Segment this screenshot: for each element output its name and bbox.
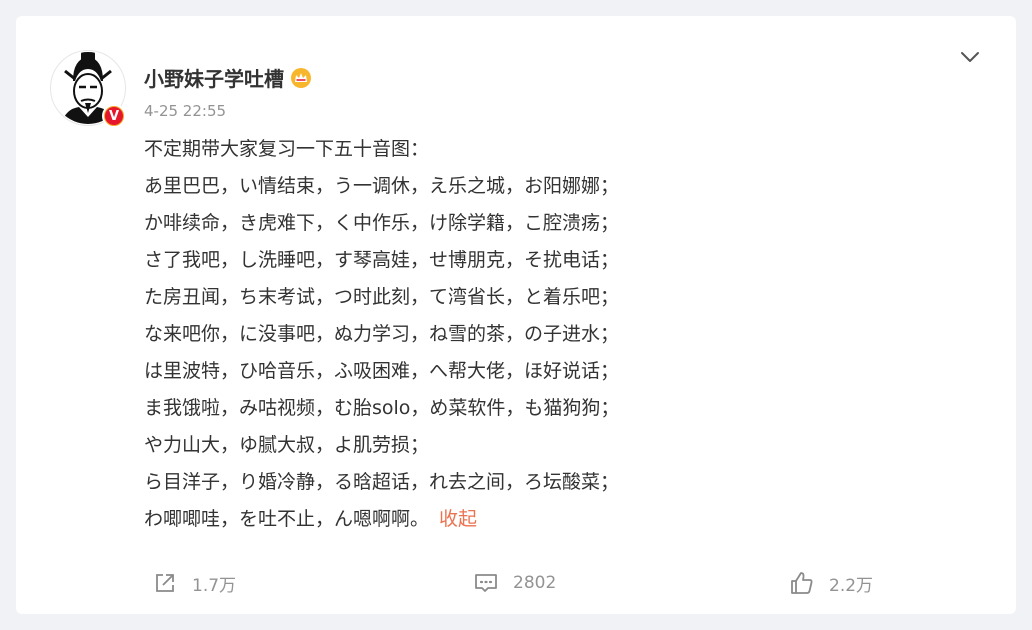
content-line: や力山大，ゆ腻大叔，よ肌劳损； xyxy=(144,434,430,456)
verified-badge-label: V xyxy=(105,107,123,125)
thumbs-up-icon xyxy=(791,572,813,594)
like-count: 2.2万 xyxy=(829,575,874,596)
share-count: 1.7万 xyxy=(192,575,237,596)
share-icon xyxy=(156,574,174,592)
verified-badge: V xyxy=(102,104,126,128)
post-content: 不定期带大家复习一下五十音图： あ里巴巴，い情结束，う一调休，え乐之城，お阳娜娜… xyxy=(144,131,764,538)
post-time[interactable]: 4-25 22:55 xyxy=(144,102,226,120)
content-line: な来吧你，に没事吧，ぬ力学习，ね雪的茶，の子进水； xyxy=(144,323,620,345)
comment-button[interactable]: 2802 xyxy=(473,568,556,598)
share-button[interactable]: 1.7万 xyxy=(152,568,236,598)
collapse-link[interactable]: 收起 xyxy=(439,508,477,530)
content-line-last: わ唧唧哇，を吐不止，ん嗯啊啊。 收起 xyxy=(144,501,764,538)
crown-icon[interactable] xyxy=(290,67,312,89)
content-line-text: わ唧唧哇，を吐不止，ん嗯啊啊。 xyxy=(144,508,430,530)
comment-icon xyxy=(475,574,497,592)
content-line: は里波特，ひ哈音乐，ふ吸困难，へ帮大佬，ほ好说话； xyxy=(144,360,620,382)
content-line: か啡续命，き虎难下，く中作乐，け除学籍，こ腔溃疡； xyxy=(144,212,620,234)
content-line: さ了我吧，し洗睡吧，す琴高娃，せ博朋克，そ扰电话； xyxy=(144,249,620,271)
action-bar: 1.7万 2802 2.2万 xyxy=(16,568,1016,598)
content-line: ま我饿啦，み咕视频，む胎solo，め菜软件，も猫狗狗； xyxy=(144,397,620,419)
content-line: 不定期带大家复习一下五十音图： xyxy=(144,138,430,160)
weibo-post-card: V 小野妹子学吐槽 4-25 22:55 不定期带大家复习一下五十音图： あ里巴… xyxy=(16,16,1016,614)
chevron-down-icon[interactable] xyxy=(957,44,983,70)
author-name[interactable]: 小野妹子学吐槽 xyxy=(144,63,284,92)
content-line: あ里巴巴，い情结束，う一调休，え乐之城，お阳娜娜； xyxy=(144,175,620,197)
like-button[interactable]: 2.2万 xyxy=(789,568,873,598)
content-line: ら目洋子，り婚冷静，る晗超话，れ去之间，ろ坛酸菜； xyxy=(144,471,620,493)
author-name-row: 小野妹子学吐槽 xyxy=(144,63,312,92)
content-line: た房丑闻，ち末考试，つ时此刻，て湾省长，と着乐吧； xyxy=(144,286,620,308)
comment-count: 2802 xyxy=(513,573,557,593)
